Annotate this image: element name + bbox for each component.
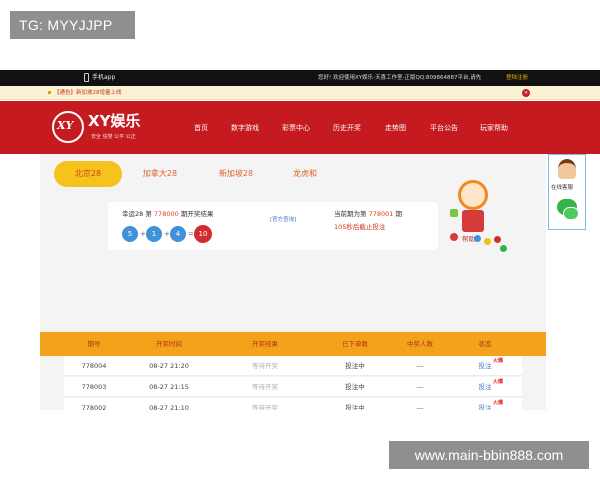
cell-winners: --- [416, 404, 424, 410]
hot-badge: 火爆 [493, 379, 504, 385]
table-row: 778002 08-27 21:10 等待开奖 投注中 --- 投注 火爆 [64, 398, 522, 410]
site-header: XY XY娱乐 安全 信誉 公平 公正 首页 数字游戏 彩票中心 历史开奖 走势… [0, 101, 600, 154]
mascot-ball [500, 245, 507, 252]
nav-player-help[interactable]: 玩家帮助 [480, 123, 508, 133]
wechat-bubble-icon [563, 207, 579, 220]
current-period: 778001 [368, 210, 394, 218]
last-draw-period: 778000 [153, 210, 179, 218]
mascot-ball [494, 236, 501, 243]
cell-draw-time: 08-27 21:20 [149, 362, 189, 370]
mascot-ball [484, 238, 491, 245]
service-avatar-icon[interactable] [558, 159, 576, 179]
brand-slogan: 安全 信誉 公平 公正 [91, 134, 136, 140]
table-row: 778004 08-27 21:20 等待开奖 投注中 --- 投注 火爆 [64, 356, 522, 376]
cell-winners: --- [416, 383, 424, 391]
logo-icon[interactable]: XY [52, 111, 84, 143]
cell-orders: 投注中 [345, 404, 365, 410]
notice-text[interactable]: 【通告】新加坡28增量上线 [54, 87, 122, 99]
rules-icon[interactable] [450, 209, 458, 217]
logo-mark: XY [57, 119, 74, 132]
mascot-body [462, 210, 484, 232]
equals-sign: = [188, 230, 194, 238]
mobile-app-link[interactable]: 手机app [92, 72, 115, 84]
cell-period: 778002 [81, 404, 107, 410]
countdown-text: 105秒后截止投注 [334, 223, 386, 231]
result-sum-ball: 10 [194, 225, 212, 243]
help-icon[interactable] [450, 233, 458, 241]
watermark-bottom-right: www.main-bbin888.com [389, 441, 589, 469]
watermark-top-left: TG: MYYJJPP [10, 11, 135, 39]
current-period-label: 当前期为第 778001 期 [334, 208, 402, 218]
cell-period: 778004 [81, 362, 107, 370]
tab-beijing-28[interactable]: 北京28 [54, 161, 122, 187]
header-orders: 已下单数 [342, 340, 368, 348]
result-ball: 4 [170, 226, 186, 242]
welcome-text: 您好! 欢迎使用XY娱乐-天喜工作室-正版QQ:809864887平台,请先 [318, 75, 482, 81]
header-period: 期号 [87, 340, 101, 348]
notice-bar: 【通告】新加坡28增量上线 × [0, 86, 600, 100]
tab-singapore-28[interactable]: 新加坡28 [206, 161, 266, 187]
result-ball: 1 [146, 226, 162, 242]
auth-links: 登陆注册 [506, 72, 528, 84]
result-ball: 5 [122, 226, 138, 242]
nav-announcements[interactable]: 平台公告 [430, 123, 458, 133]
top-bar: 手机app 您好! 欢迎使用XY娱乐-天喜工作室-正版QQ:809864887平… [0, 70, 600, 86]
cell-orders: 投注中 [345, 383, 365, 391]
nav-home[interactable]: 首页 [194, 123, 208, 133]
header-winners: 中奖人数 [407, 340, 433, 348]
website-frame: 手机app 您好! 欢迎使用XY娱乐-天喜工作室-正版QQ:809864887平… [0, 70, 600, 410]
cell-period: 778003 [81, 383, 107, 391]
floating-service-panel: 在线客服 [548, 154, 586, 230]
last-draw-title: 幸运28 第 778000 期开奖结果 [122, 208, 213, 218]
cell-result: 等待开奖 [252, 362, 278, 370]
plus-sign: + [164, 230, 170, 238]
nav-lottery-center[interactable]: 彩票中心 [282, 123, 310, 133]
register-link[interactable]: 注册 [517, 75, 528, 81]
tab-dragon-tiger[interactable]: 龙虎和 [280, 161, 330, 187]
current-prefix: 当前期为第 [334, 210, 367, 218]
tab-canada-28[interactable]: 加拿大28 [130, 161, 190, 187]
cell-draw-time: 08-27 21:10 [149, 404, 189, 410]
close-icon[interactable]: × [522, 89, 530, 97]
mascot-ball [474, 235, 481, 242]
nav-trend-chart[interactable]: 走势图 [385, 123, 406, 133]
official-lookup-link[interactable]: [官方查询] [270, 215, 296, 223]
cell-result: 等待开奖 [252, 383, 278, 391]
nav-draw-history[interactable]: 历史开奖 [333, 123, 361, 133]
brand-name[interactable]: XY娱乐 [88, 112, 140, 130]
cell-orders: 投注中 [345, 362, 365, 370]
phone-icon [84, 73, 89, 82]
plus-sign: + [140, 230, 146, 238]
mascot-head [458, 180, 488, 210]
cell-result: 等待开奖 [252, 404, 278, 410]
header-status: 状态 [478, 340, 492, 348]
online-service-link[interactable]: 在线客服 [551, 183, 573, 191]
last-draw-suffix: 期开奖结果 [180, 210, 214, 218]
table-row: 778003 08-27 21:15 等待开奖 投注中 --- 投注 火爆 [64, 377, 522, 397]
header-draw-time: 开奖时间 [156, 340, 182, 348]
cell-winners: --- [416, 362, 424, 370]
hot-badge: 火爆 [493, 400, 504, 406]
hot-badge: 火爆 [493, 358, 504, 364]
cell-draw-time: 08-27 21:15 [149, 383, 189, 391]
login-link[interactable]: 登陆 [506, 75, 517, 81]
screenshot-root: TG: MYYJJPP 手机app 您好! 欢迎使用XY娱乐-天喜工作室-正版Q… [0, 0, 600, 480]
draw-result-card: 幸运28 第 778000 期开奖结果 5 + 1 + 4 = 10 [官方查询… [108, 202, 438, 250]
header-result: 开奖结果 [252, 340, 278, 348]
last-draw-prefix: 幸运28 第 [122, 210, 152, 218]
nav-number-games[interactable]: 数字游戏 [231, 123, 259, 133]
table-header: 期号 开奖时间 开奖结果 已下单数 中奖人数 状态 [40, 332, 546, 356]
current-suffix: 期 [395, 210, 402, 218]
notice-bullet-icon [48, 91, 51, 94]
